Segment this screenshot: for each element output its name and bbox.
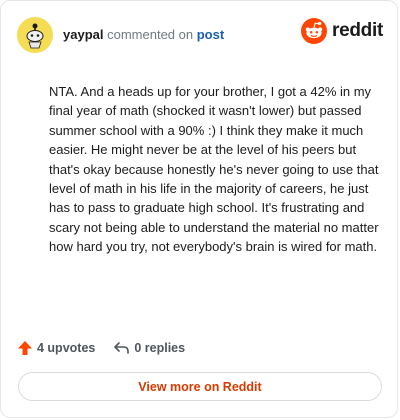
- replies-label: 0 replies: [134, 341, 186, 355]
- reddit-wordmark: reddit: [332, 20, 383, 41]
- comment-action: commented on: [107, 27, 194, 42]
- snoo-avatar-icon[interactable]: [17, 17, 53, 53]
- view-more-button[interactable]: View more on Reddit: [18, 372, 382, 401]
- comment-body: NTA. And a heads up for your brother, I …: [49, 84, 379, 255]
- username[interactable]: yaypal: [63, 27, 103, 42]
- upvote-arrow-icon: [17, 340, 33, 356]
- upvotes-count[interactable]: 4 upvotes: [17, 340, 95, 356]
- replies-count[interactable]: 0 replies: [113, 340, 185, 356]
- upvotes-label: 4 upvotes: [37, 341, 96, 355]
- comment-footer: 4 upvotes 0 replies: [17, 337, 185, 359]
- comment-card: yaypal commented on post reddit NTA. And…: [0, 0, 398, 418]
- reply-icon: [113, 340, 130, 356]
- post-link[interactable]: post: [197, 27, 224, 42]
- comment-meta: yaypal commented on post: [63, 27, 224, 43]
- reddit-logo-icon: [301, 18, 328, 44]
- reddit-brand[interactable]: reddit: [301, 18, 383, 44]
